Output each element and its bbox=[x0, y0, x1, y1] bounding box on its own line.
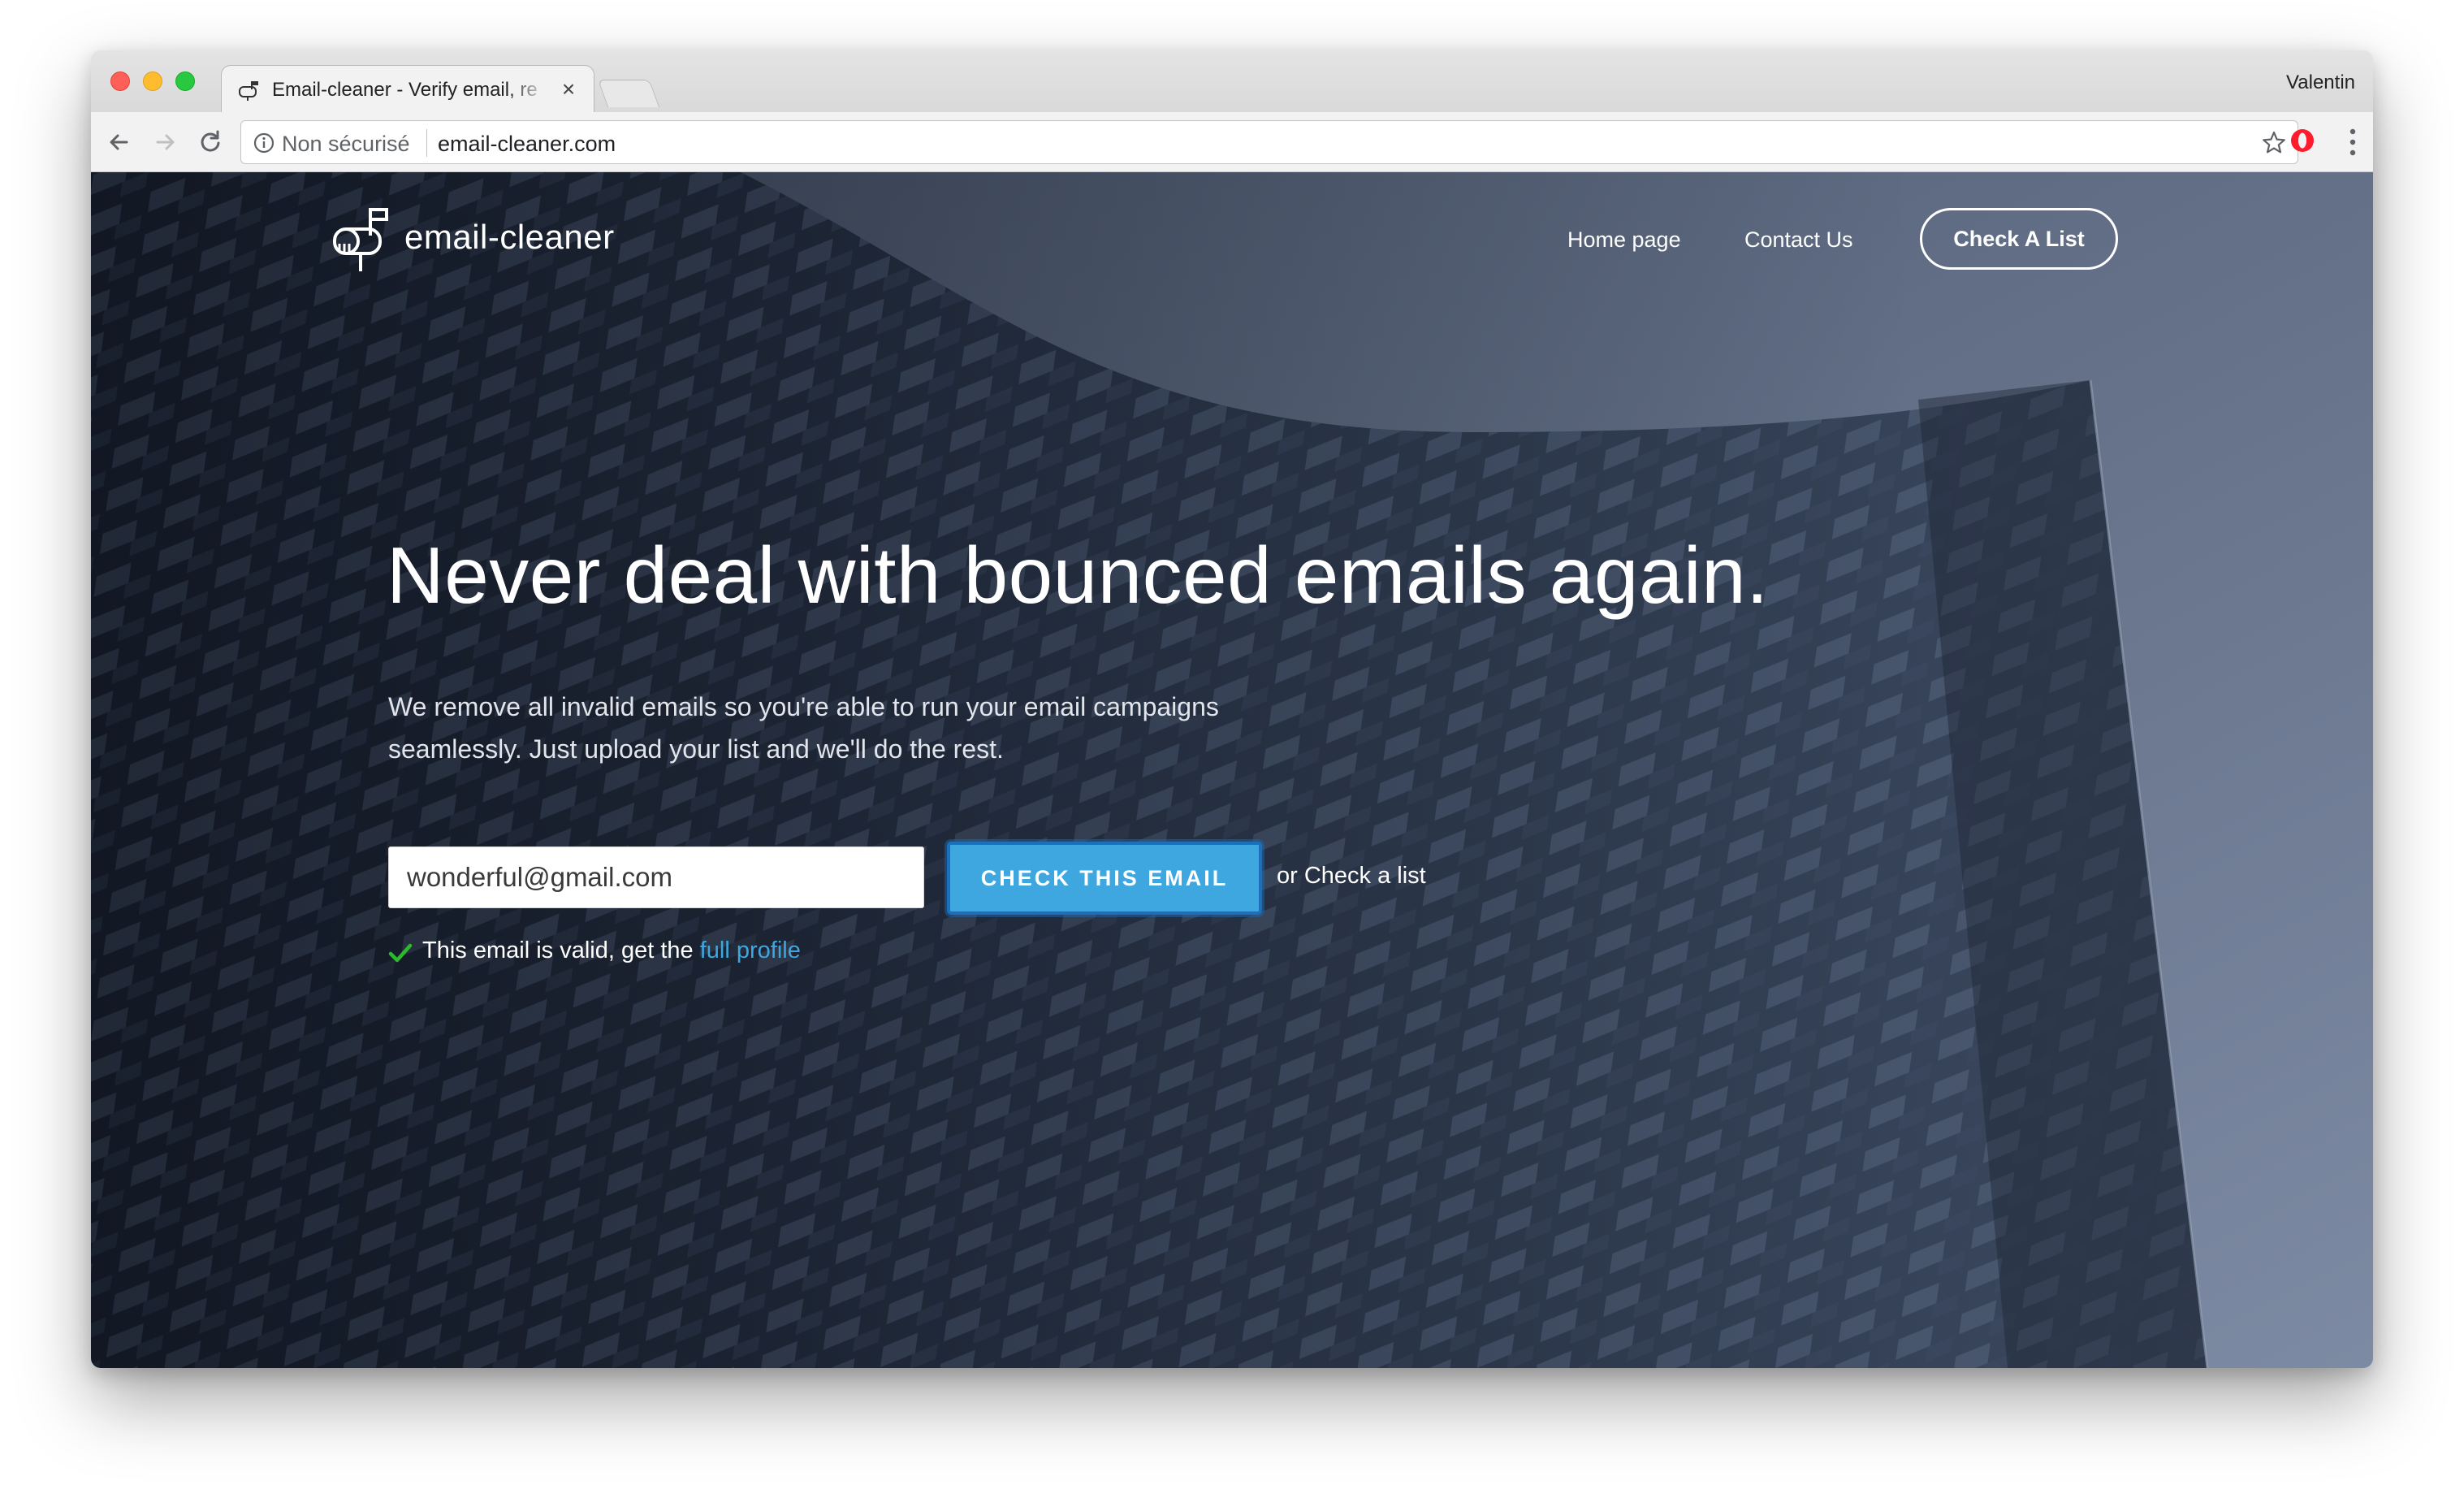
nav-contact-link[interactable]: Contact Us bbox=[1744, 227, 1853, 253]
opera-icon[interactable] bbox=[2289, 127, 2316, 154]
reload-icon bbox=[201, 130, 220, 152]
security-label[interactable]: Non sécurisé bbox=[282, 132, 410, 157]
tab-close-icon[interactable]: × bbox=[556, 76, 581, 102]
hero-title: Never deal with bounced emails again. bbox=[387, 530, 1769, 620]
check-email-button[interactable]: CHECK THIS EMAIL bbox=[947, 842, 1262, 915]
checkmark-icon bbox=[388, 943, 413, 963]
star-icon[interactable] bbox=[2260, 129, 2288, 157]
forward-arrow-icon bbox=[156, 134, 175, 150]
mailbox-icon bbox=[239, 81, 258, 101]
back-button[interactable] bbox=[102, 125, 136, 159]
browser-window: Email-cleaner - Verify email, re × Valen… bbox=[91, 50, 2373, 1368]
tab-strip: Email-cleaner - Verify email, re × Valen… bbox=[91, 50, 2373, 114]
tab-active[interactable]: Email-cleaner - Verify email, re × bbox=[221, 65, 594, 114]
url-text[interactable]: email-cleaner.com bbox=[438, 132, 616, 157]
close-window-button[interactable] bbox=[110, 71, 130, 91]
validation-text-label: This email is valid, get the bbox=[422, 937, 694, 963]
new-tab-button[interactable] bbox=[597, 80, 660, 107]
page-viewport: email-cleaner Home page Contact Us Check… bbox=[91, 172, 2373, 1368]
reload-button[interactable] bbox=[193, 125, 227, 159]
check-list-button[interactable]: Check A List bbox=[1920, 208, 2118, 270]
full-profile-link[interactable]: full profile bbox=[700, 937, 801, 963]
info-icon[interactable] bbox=[253, 132, 275, 154]
url-separator bbox=[426, 129, 427, 157]
maximize-window-button[interactable] bbox=[175, 71, 195, 91]
tab-title: Email-cleaner - Verify email, re bbox=[272, 79, 538, 101]
address-bar[interactable]: Non sécurisé email-cleaner.com bbox=[240, 120, 2298, 164]
menu-dots-icon[interactable] bbox=[2349, 127, 2357, 158]
mailbox-icon bbox=[333, 208, 388, 271]
logo-text: email-cleaner bbox=[404, 218, 615, 256]
nav-home-link[interactable]: Home page bbox=[1567, 227, 1681, 253]
forward-button[interactable] bbox=[148, 125, 182, 159]
hero-subtitle: We remove all invalid emails so you're a… bbox=[388, 692, 1219, 764]
profile-name[interactable]: Valentin bbox=[2286, 71, 2355, 94]
minimize-window-button[interactable] bbox=[143, 71, 162, 91]
validation-text: This email is valid, get the full profil… bbox=[422, 937, 801, 964]
check-list-link[interactable]: or Check a list bbox=[1277, 863, 1426, 890]
browser-toolbar: Non sécurisé email-cleaner.com bbox=[91, 112, 2373, 172]
email-input[interactable] bbox=[388, 846, 924, 908]
back-arrow-icon bbox=[110, 134, 128, 150]
background-overlay bbox=[91, 172, 2373, 1368]
